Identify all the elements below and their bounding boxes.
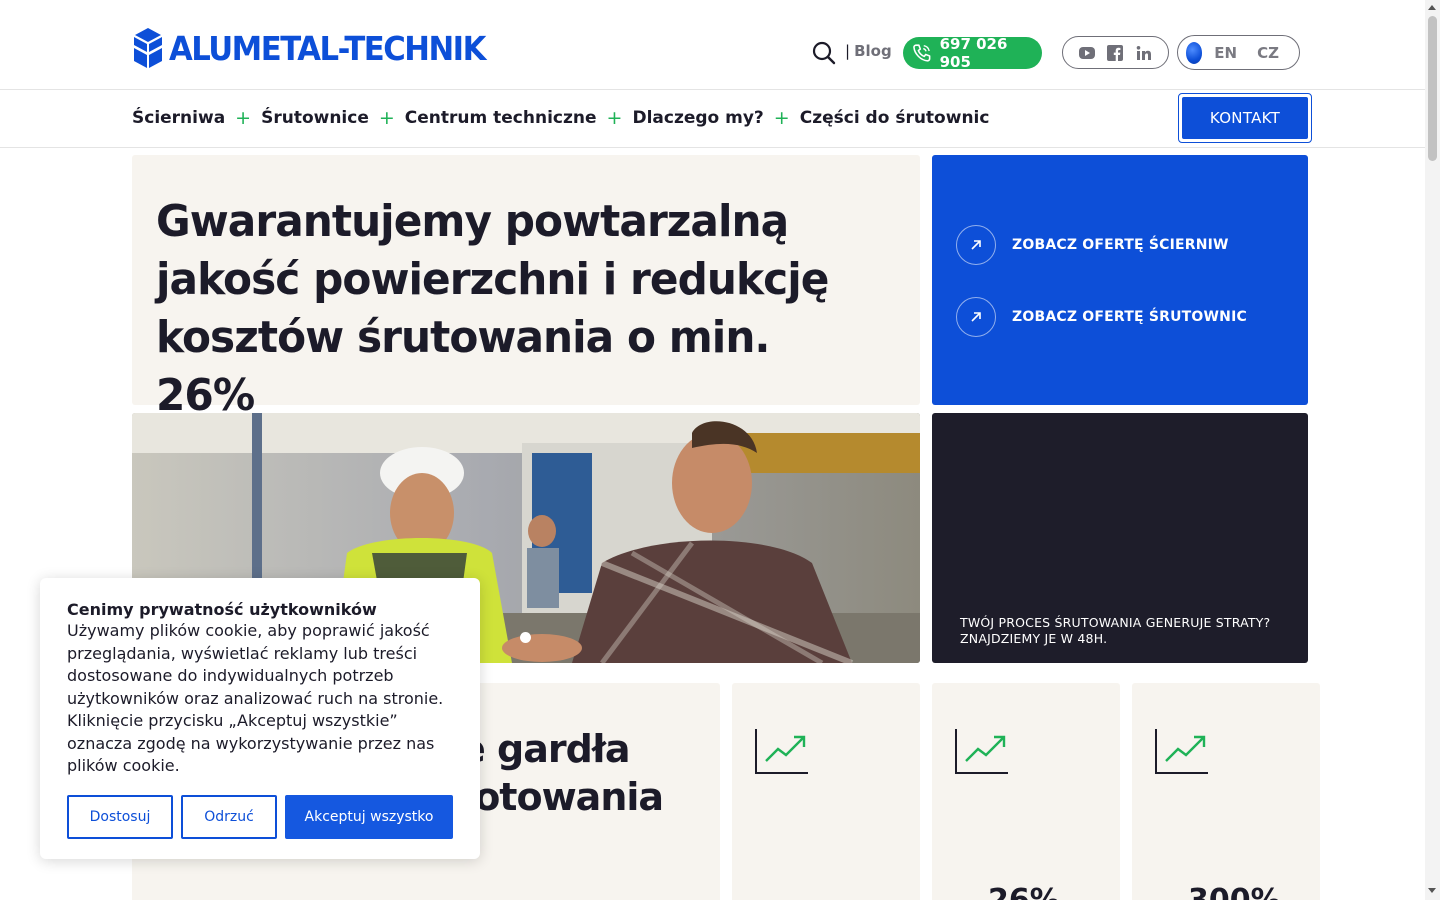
social-links xyxy=(1062,36,1169,69)
cookie-consent-dialog: Cenimy prywatność użytkowników Używamy p… xyxy=(40,578,480,859)
lang-en[interactable]: EN xyxy=(1214,44,1237,62)
contact-button[interactable]: KONTAKT xyxy=(1182,97,1308,139)
facebook-icon[interactable] xyxy=(1106,44,1124,62)
nav-item-czesci[interactable]: Części do śrutownic xyxy=(800,108,990,128)
search-icon xyxy=(812,41,836,65)
stat-card-1 xyxy=(732,683,920,900)
stat-value: 26% xyxy=(988,883,1060,900)
stat-card-2: 26% xyxy=(932,683,1120,900)
phone-button[interactable]: 697 026 905 xyxy=(903,35,1042,71)
phone-number: 697 026 905 xyxy=(939,35,1008,71)
lower-heading-line2: gotowania xyxy=(448,775,664,819)
hero-title: Gwarantujemy powtarzalną jakość powierzc… xyxy=(156,196,829,421)
trend-up-icon xyxy=(755,729,808,774)
dark-promo-card[interactable]: TWÓJ PROCES ŚRUTOWANIA GENERUJE STRATY? … xyxy=(932,413,1308,663)
cookie-accept-button[interactable]: Akceptuj wszystko xyxy=(285,795,453,839)
cookie-customize-button[interactable]: Dostosuj xyxy=(67,795,173,839)
stat-card-3: 300% xyxy=(1132,683,1320,900)
nav-item-srutownice[interactable]: Śrutownice xyxy=(261,108,369,128)
search-button[interactable] xyxy=(812,41,836,65)
plus-icon[interactable]: + xyxy=(774,107,790,129)
language-switcher: EN CZ xyxy=(1177,35,1300,70)
trend-up-icon xyxy=(955,729,1008,774)
offer-link-srutownice[interactable]: ZOBACZ OFERTĘ ŚRUTOWNIC xyxy=(956,297,1247,337)
cookie-body: Używamy plików cookie, aby poprawić jako… xyxy=(67,621,444,775)
youtube-icon[interactable] xyxy=(1078,44,1096,62)
site-logo[interactable]: ALUMETAL-TECHNIK xyxy=(133,27,509,69)
linkedin-icon[interactable] xyxy=(1135,44,1153,62)
plus-icon[interactable]: + xyxy=(379,107,395,129)
arrow-up-right-icon xyxy=(956,297,996,337)
dark-card-text: TWÓJ PROCES ŚRUTOWANIA GENERUJE STRATY? … xyxy=(960,615,1271,646)
globe-icon xyxy=(1186,41,1203,64)
logo-text: ALUMETAL-TECHNIK xyxy=(169,28,486,68)
offer-card: ZOBACZ OFERTĘ ŚCIERNIW ZOBACZ OFERTĘ ŚRU… xyxy=(932,155,1308,405)
nav-item-dlaczego-my[interactable]: Dlaczego my? xyxy=(632,108,763,128)
phone-icon xyxy=(913,44,931,62)
hero-card: Gwarantujemy powtarzalną jakość powierzc… xyxy=(132,155,920,421)
nav-item-centrum-techniczne[interactable]: Centrum techniczne xyxy=(405,108,597,128)
stat-value: 300% xyxy=(1188,883,1281,900)
top-header: ALUMETAL-TECHNIK | Blog 697 026 905 EN CZ xyxy=(0,0,1425,90)
cookie-reject-button[interactable]: Odrzuć xyxy=(181,795,277,839)
lower-heading-line1: ie gardła xyxy=(448,727,631,771)
scroll-thumb[interactable] xyxy=(1428,16,1437,161)
plus-icon[interactable]: + xyxy=(607,107,623,129)
blog-link[interactable]: | Blog xyxy=(845,42,892,60)
main-nav: Ścierniwa + Śrutownice + Centrum technic… xyxy=(132,107,989,129)
trend-up-icon xyxy=(1155,729,1208,774)
scroll-up-icon[interactable] xyxy=(1428,5,1436,10)
logo-cube-icon xyxy=(134,28,162,68)
arrow-up-right-icon xyxy=(956,225,996,265)
scroll-down-icon[interactable] xyxy=(1428,888,1436,893)
nav-item-scierniwa[interactable]: Ścierniwa xyxy=(132,108,225,128)
offer-link-scierniwa[interactable]: ZOBACZ OFERTĘ ŚCIERNIW xyxy=(956,225,1229,265)
cookie-buttons: Dostosuj Odrzuć Akceptuj wszystko xyxy=(67,795,453,839)
slider-dot-active[interactable] xyxy=(520,632,531,643)
plus-icon[interactable]: + xyxy=(235,107,251,129)
cookie-title: Cenimy prywatność użytkowników xyxy=(67,600,377,619)
page-scrollbar[interactable] xyxy=(1425,0,1440,900)
contact-button-frame: KONTAKT xyxy=(1178,93,1312,143)
lang-cz[interactable]: CZ xyxy=(1257,44,1279,62)
